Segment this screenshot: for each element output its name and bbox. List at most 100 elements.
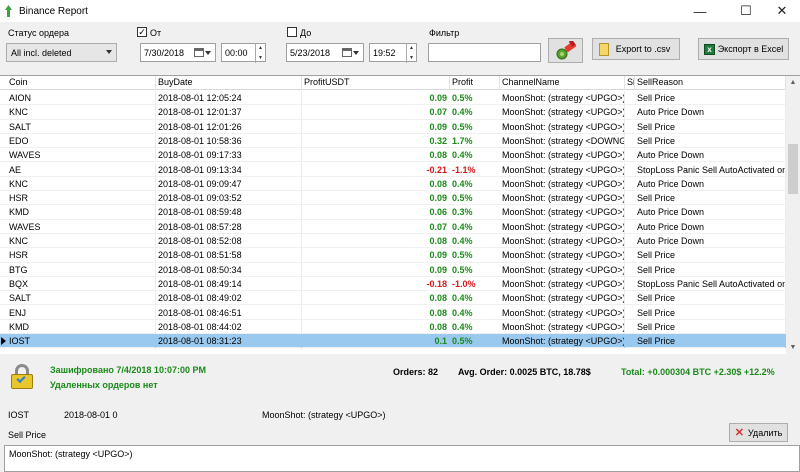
column-header-buydate[interactable]: BuyDate bbox=[156, 76, 302, 90]
table-row[interactable]: SALT 2018-08-01 08:49:02 0.08 0.4% MoonShot:… bbox=[0, 291, 786, 306]
table-row[interactable]: BQX 2018-08-01 08:49:14 -0.18 -1.0% MoonShot… bbox=[0, 276, 786, 292]
delete-button[interactable]: ✕ Удалить bbox=[729, 423, 788, 442]
table-row[interactable]: EDO 2018-08-01 10:58:36 0.32 1.7% MoonShot: … bbox=[0, 133, 786, 149]
calendar-icon[interactable] bbox=[194, 48, 204, 57]
column-header-sellreason[interactable]: SellReason bbox=[635, 76, 786, 90]
cell-buydate: 2018-08-01 08:52:08 bbox=[156, 234, 302, 248]
table-row[interactable]: HSR 2018-08-01 08:51:58 0.09 0.5% MoonShot: … bbox=[0, 248, 786, 263]
lock-icon bbox=[10, 364, 34, 390]
deleted-orders-status: Удаленных ордеров нет bbox=[50, 380, 158, 390]
cell-profit: 0.5% bbox=[452, 336, 473, 347]
close-button[interactable]: ✕ bbox=[764, 0, 800, 22]
table-row[interactable]: AE 2018-08-01 09:13:34 -0.21 -1.1% MoonShot:… bbox=[0, 162, 786, 177]
cell-coin: ENJ bbox=[7, 305, 156, 320]
cell-profitusdt: 0.06 bbox=[429, 207, 447, 218]
cell-buydate: 2018-08-01 09:09:47 bbox=[156, 176, 302, 191]
column-header-coin[interactable]: Coin bbox=[7, 76, 156, 90]
status-select[interactable]: All incl. deleted bbox=[6, 43, 117, 62]
table-row[interactable]: KNC 2018-08-01 08:52:08 0.08 0.4% MoonShot: … bbox=[0, 234, 786, 249]
status-select-value: All incl. deleted bbox=[11, 47, 72, 58]
filter-label: Фильтр bbox=[429, 28, 460, 38]
to-time-input[interactable]: 19:52 ▲ ▼ bbox=[369, 43, 417, 63]
cell-coin: AION bbox=[7, 91, 156, 105]
cell-profitusdt: 0.09 bbox=[429, 193, 447, 204]
cell-coin: SALT bbox=[7, 119, 156, 134]
calendar-icon[interactable] bbox=[342, 48, 352, 57]
cell-coin: KNC bbox=[7, 176, 156, 191]
clear-filter-button[interactable] bbox=[548, 38, 583, 63]
export-excel-button[interactable]: x Экспорт в Excel bbox=[698, 38, 789, 60]
export-csv-button[interactable]: Export to .csv bbox=[592, 38, 680, 60]
cell-sellreason: Sell Price bbox=[635, 305, 786, 320]
cell-channelname: MoonShot: (strategy <UPGO>) bbox=[502, 291, 625, 306]
cell-buydate: 2018-08-01 08:31:23 bbox=[156, 334, 302, 349]
from-time-input[interactable]: 00:00 ▲ ▼ bbox=[221, 43, 266, 63]
status-label: Статус ордера bbox=[8, 28, 70, 38]
cell-profit: 0.5% bbox=[452, 93, 473, 103]
cell-sellreason: Auto Price Down bbox=[635, 234, 786, 248]
cell-sellreason: StopLoss Panic Sell AutoActivated on s bbox=[637, 162, 786, 177]
cell-buydate: 2018-08-01 08:59:48 bbox=[156, 205, 302, 220]
column-header-channelname[interactable]: ChannelName bbox=[500, 76, 625, 90]
table-row[interactable]: WAVES 2018-08-01 09:17:33 0.08 0.4% MoonShot… bbox=[0, 148, 786, 163]
cell-sellreason: Sell Price bbox=[635, 334, 786, 349]
table-row[interactable]: SALT 2018-08-01 12:01:26 0.09 0.5% MoonShot:… bbox=[0, 119, 786, 134]
to-date-input[interactable]: 5/23/2018 bbox=[286, 43, 364, 62]
eraser-icon bbox=[556, 40, 576, 59]
scrollbar-thumb[interactable] bbox=[788, 144, 798, 194]
to-checkbox[interactable] bbox=[287, 27, 297, 37]
column-header-si[interactable]: Si bbox=[625, 76, 635, 90]
table-row[interactable]: KMD 2018-08-01 08:59:48 0.06 0.3% MoonShot: … bbox=[0, 205, 786, 220]
folder-icon bbox=[599, 43, 609, 56]
column-header-profit[interactable]: Profit bbox=[450, 76, 500, 90]
cell-sellreason: Sell Price bbox=[635, 191, 786, 206]
scroll-down-icon[interactable]: ▼ bbox=[786, 341, 800, 354]
cell-channelname: MoonShot: (strategy <UPGO>) bbox=[502, 276, 625, 291]
table-row[interactable]: KNC 2018-08-01 09:09:47 0.08 0.4% MoonShot: … bbox=[0, 176, 786, 192]
delete-button-label: Удалить bbox=[747, 427, 783, 438]
table-row[interactable]: HSR 2018-08-01 09:03:52 0.09 0.5% MoonShot: … bbox=[0, 191, 786, 206]
detail-channel: MoonShot: (strategy <UPGO>) bbox=[262, 410, 386, 420]
time-spinner[interactable]: ▲ ▼ bbox=[406, 43, 416, 63]
from-date-input[interactable]: 7/30/2018 bbox=[140, 43, 216, 62]
detail-coin: IOST bbox=[8, 410, 30, 420]
detail-reason: Sell Price bbox=[8, 430, 47, 440]
cell-profitusdt: 0.1 bbox=[434, 336, 447, 347]
cell-profit: 0.4% bbox=[452, 150, 473, 161]
cell-profitusdt: 0.08 bbox=[429, 178, 447, 189]
cell-sellreason: Auto Price Down bbox=[635, 148, 786, 163]
export-excel-label: Экспорт в Excel bbox=[717, 44, 784, 54]
cell-profitusdt: 0.08 bbox=[429, 307, 447, 318]
from-checkbox[interactable]: ✓ bbox=[137, 27, 147, 37]
cell-buydate: 2018-08-01 08:46:51 bbox=[156, 305, 302, 320]
cell-channelname: MoonShot: (strategy <UPGO>) bbox=[502, 148, 625, 163]
vertical-scrollbar[interactable]: ▲ ▼ bbox=[786, 76, 800, 354]
cell-profit: 1.7% bbox=[452, 135, 473, 146]
cell-channelname: MoonShot: (strategy <UPGO>) bbox=[502, 105, 625, 120]
filter-input[interactable] bbox=[428, 43, 541, 62]
time-spinner[interactable]: ▲ ▼ bbox=[255, 43, 265, 63]
cell-profitusdt: 0.08 bbox=[429, 150, 447, 161]
cell-profitusdt: 0.07 bbox=[429, 221, 447, 232]
from-time-value: 00:00 bbox=[225, 47, 248, 58]
scroll-up-icon[interactable]: ▲ bbox=[786, 76, 800, 90]
export-csv-label: Export to .csv bbox=[615, 44, 671, 54]
orders-table[interactable]: Coin BuyDate ProfitUSDT Profit ChannelNa… bbox=[0, 75, 800, 354]
table-row[interactable]: ENJ 2018-08-01 08:46:51 0.08 0.4% MoonShot: … bbox=[0, 305, 786, 320]
maximize-button[interactable]: ☐ bbox=[728, 0, 764, 22]
minimize-button[interactable]: — bbox=[682, 0, 718, 22]
cell-coin: KNC bbox=[7, 105, 156, 120]
memo-field[interactable]: MoonShot: (strategy <UPGO>) bbox=[4, 445, 800, 472]
cell-profit: -1.1% bbox=[452, 164, 476, 175]
table-row[interactable]: BTG 2018-08-01 08:50:34 0.09 0.5% MoonShot: … bbox=[0, 262, 786, 277]
table-row[interactable]: AION 2018-08-01 12:05:24 0.09 0.5% MoonShot:… bbox=[0, 91, 786, 106]
cell-profit: 0.4% bbox=[452, 107, 473, 118]
cell-profit: 0.5% bbox=[452, 121, 473, 132]
table-row[interactable]: WAVES 2018-08-01 08:57:28 0.07 0.4% MoonShot… bbox=[0, 219, 786, 234]
table-row[interactable]: KNC 2018-08-01 12:01:37 0.07 0.4% MoonShot: … bbox=[0, 105, 786, 120]
table-row[interactable]: IOST 2018-08-01 08:31:23 0.1 0.5% MoonShot: … bbox=[0, 334, 786, 349]
cell-profit: 0.5% bbox=[452, 193, 473, 204]
column-header-profitusdt[interactable]: ProfitUSDT bbox=[302, 76, 450, 90]
table-row[interactable]: KMD 2018-08-01 08:44:02 0.08 0.4% MoonShot: … bbox=[0, 319, 786, 335]
cell-coin: KMD bbox=[7, 319, 156, 334]
